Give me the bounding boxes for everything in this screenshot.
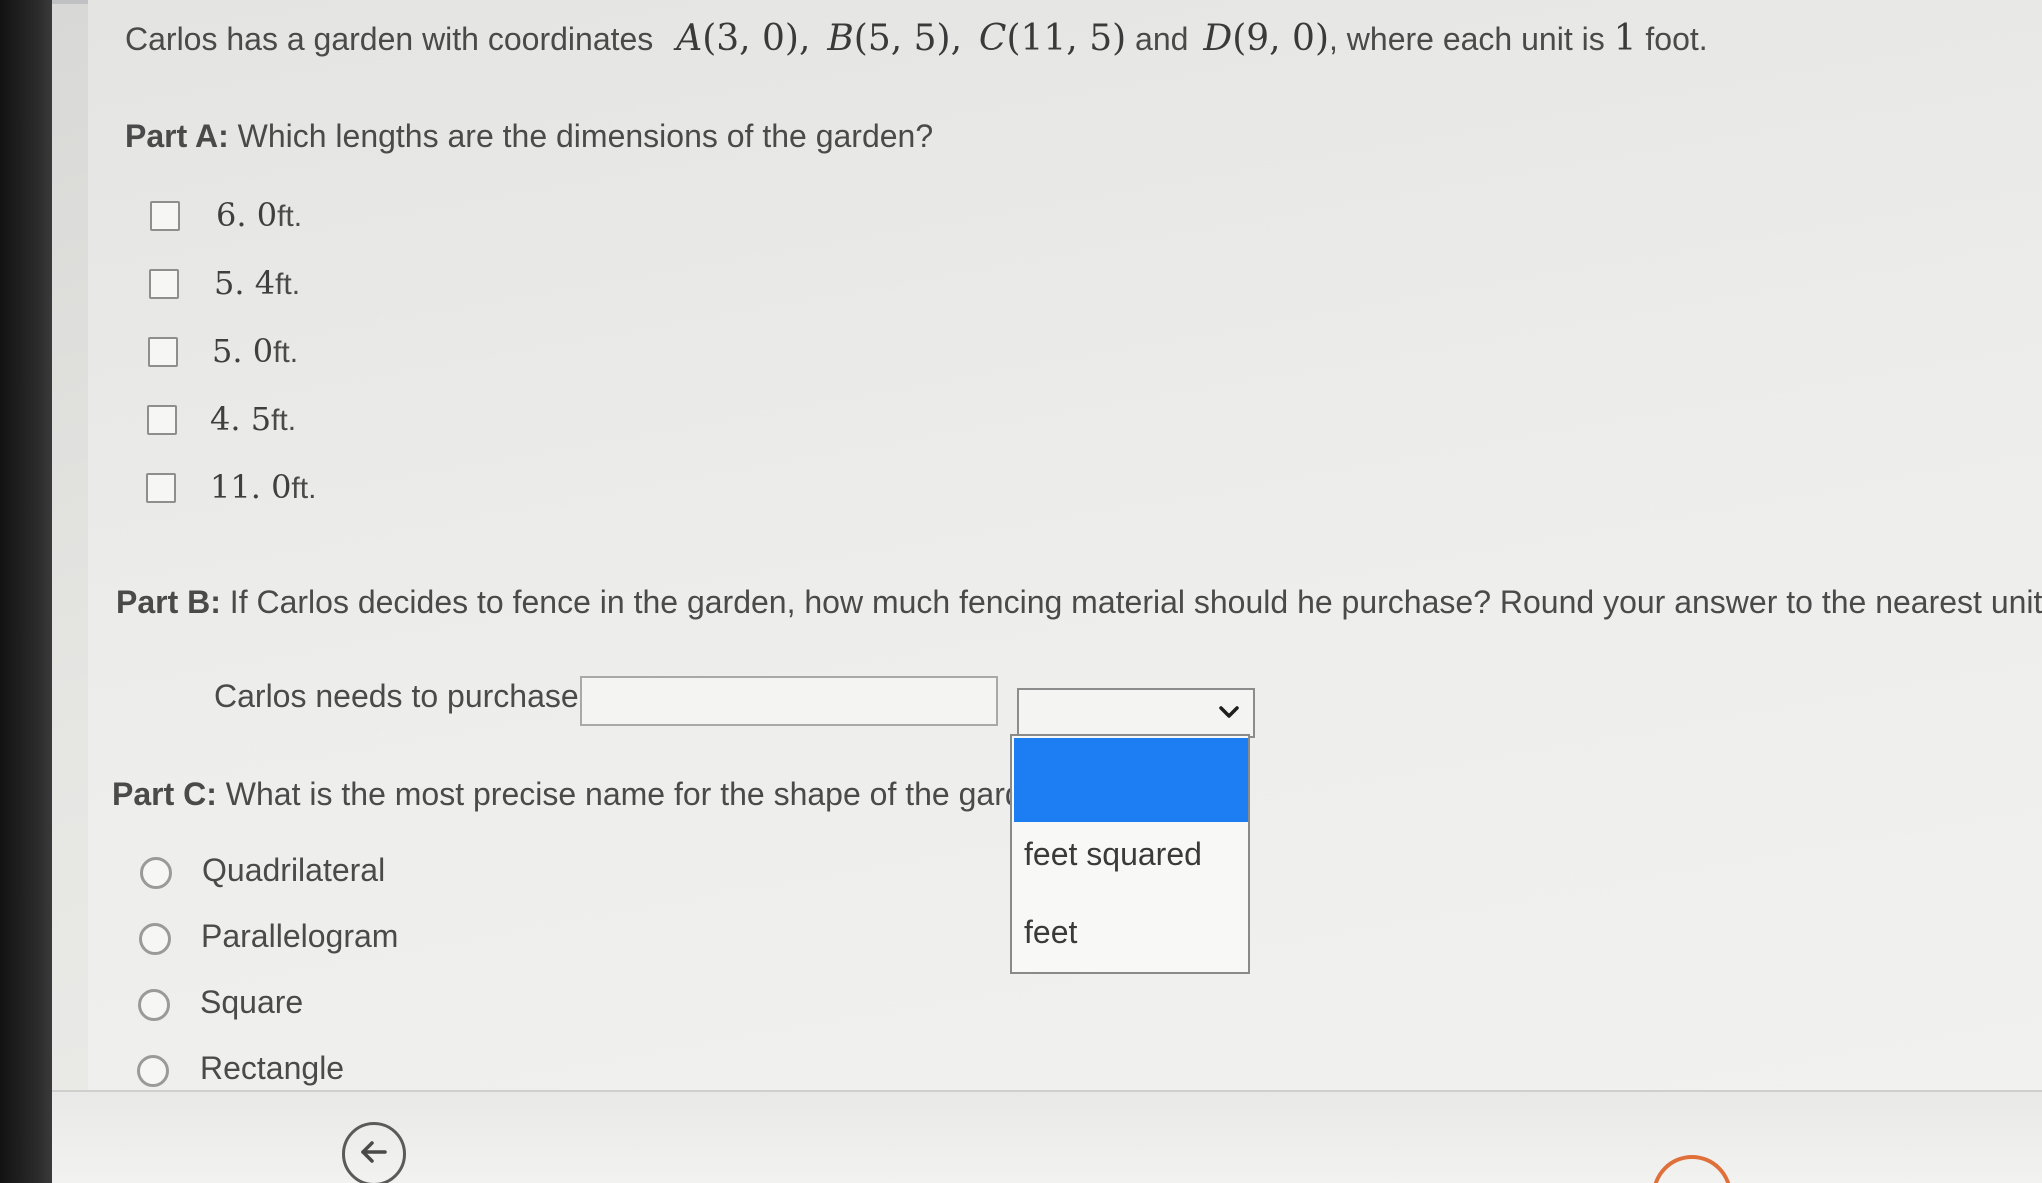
monitor-bezel <box>0 0 52 1183</box>
unit-dropdown-list: feet squared feet <box>1010 734 1250 974</box>
part-b-question: Part B: If Carlos decides to fence in th… <box>116 584 2042 621</box>
left-arrow-circle-icon <box>361 1141 387 1163</box>
option-label-4: 4. 5ft. <box>210 400 297 438</box>
checkbox-option-4[interactable] <box>147 405 177 435</box>
part-a-label: Part A: <box>125 118 229 154</box>
option-label-3: 5. 0ft. <box>212 332 299 370</box>
checkbox-option-1[interactable] <box>150 201 180 231</box>
purchase-prompt: Carlos needs to purchase <box>214 678 579 714</box>
part-a-text: Which lengths are the dimensions of the … <box>237 118 934 154</box>
shape-option-parallelogram: Parallelogram <box>201 918 399 954</box>
part-a-question: Part A: Which lengths are the dimensions… <box>125 118 933 155</box>
option-label-1: 6. 0ft. <box>216 196 303 234</box>
intro-suffix-start: , where each unit is <box>1329 21 1605 57</box>
dropdown-option-blank[interactable] <box>1014 738 1248 822</box>
option-label-5: 11. 0ft. <box>210 468 317 506</box>
shape-option-square: Square <box>200 984 304 1020</box>
chevron-down-icon <box>1219 706 1239 718</box>
unit-select[interactable] <box>1017 688 1255 738</box>
point-d: D(9, 0) <box>1203 18 1329 59</box>
part-c-label: Part C: <box>112 776 217 812</box>
fencing-amount-input[interactable] <box>580 676 998 726</box>
radio-quadrilateral[interactable] <box>140 857 172 889</box>
intro-unit-number: 1 <box>1613 18 1637 59</box>
intro-and: and <box>1135 21 1189 57</box>
part-c-text: What is the most precise name for the sh… <box>225 776 1059 812</box>
part-b-label: Part B: <box>116 584 221 620</box>
shape-option-quadrilateral: Quadrilateral <box>202 852 386 888</box>
back-button[interactable] <box>342 1122 406 1183</box>
option-label-2: 5. 4ft. <box>214 264 301 302</box>
radio-square[interactable] <box>138 989 170 1021</box>
point-b: B(5, 5), <box>827 18 963 59</box>
point-c: C(11, 5) <box>978 18 1127 59</box>
intro-suffix-end: foot. <box>1645 21 1708 57</box>
dropdown-option-feet-squared[interactable]: feet squared <box>1024 836 1202 873</box>
shape-option-rectangle: Rectangle <box>200 1050 345 1086</box>
intro-prefix: Carlos has a garden with coordinates <box>125 21 654 57</box>
dropdown-option-feet[interactable]: feet <box>1024 914 1077 951</box>
point-a: A(3, 0), <box>676 18 811 59</box>
checkbox-option-2[interactable] <box>149 269 179 299</box>
intro-line: Carlos has a garden with coordinates A(3… <box>125 18 1708 59</box>
checkbox-option-3[interactable] <box>148 337 178 367</box>
checkbox-option-5[interactable] <box>146 473 176 503</box>
screen: Carlos has a garden with coordinates A(3… <box>52 0 2042 1183</box>
part-c-question: Part C: What is the most precise name fo… <box>112 776 1058 813</box>
part-b-text: If Carlos decides to fence in the garden… <box>229 584 2042 620</box>
radio-rectangle[interactable] <box>137 1055 169 1087</box>
radio-parallelogram[interactable] <box>139 923 171 955</box>
